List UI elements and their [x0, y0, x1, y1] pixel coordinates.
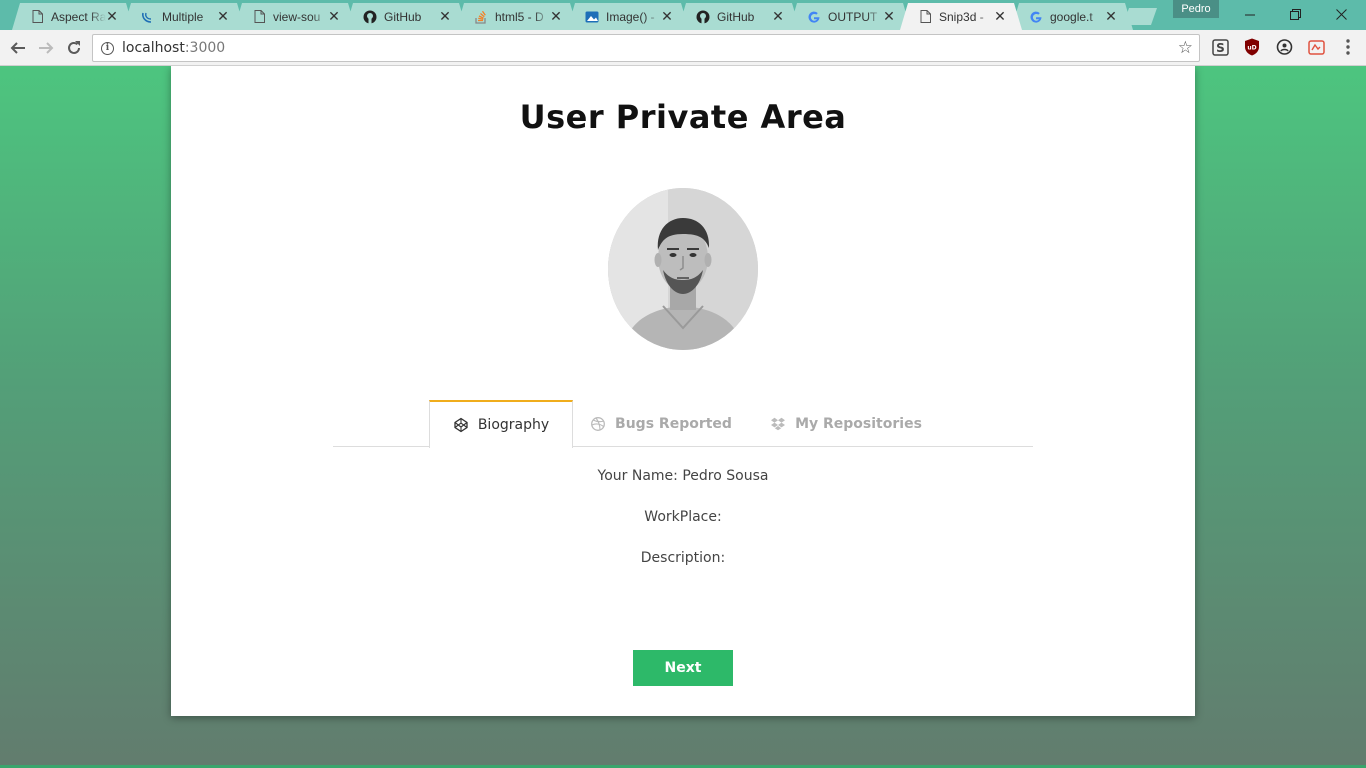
avatar: [608, 188, 758, 350]
tab-title: Image() -: [606, 9, 655, 24]
close-icon[interactable]: ✕: [550, 8, 562, 25]
tab-label: My Repositories: [795, 415, 922, 432]
close-icon[interactable]: ✕: [661, 8, 673, 25]
page-title: User Private Area: [519, 98, 847, 136]
page-icon: [30, 10, 44, 24]
red-extension-icon[interactable]: [1307, 38, 1325, 56]
chat-extension-icon[interactable]: [1275, 38, 1293, 56]
url-text: localhost:3000: [122, 40, 225, 56]
bookmark-star-icon[interactable]: ☆: [1178, 38, 1193, 58]
close-icon[interactable]: ✕: [217, 8, 229, 25]
url-port: :3000: [184, 40, 226, 56]
reload-icon[interactable]: [60, 34, 88, 62]
browser-toolbar: i localhost:3000 ☆ S uD: [0, 30, 1366, 66]
next-button[interactable]: Next: [633, 650, 733, 686]
codepen-icon: [454, 417, 468, 433]
tab-title: GitHub: [384, 9, 422, 24]
page-icon: [252, 10, 266, 24]
description-text: Description:: [640, 550, 726, 566]
tab-title: GitHub: [717, 9, 755, 24]
tab-title: Multiple: [162, 9, 204, 24]
tab-label: Bugs Reported: [615, 415, 732, 432]
close-icon[interactable]: ✕: [106, 8, 118, 25]
tab-biography[interactable]: Biography: [429, 400, 573, 448]
page-icon: [918, 10, 932, 24]
google-icon: [1029, 10, 1043, 24]
svg-text:uD: uD: [1247, 45, 1256, 52]
tab-title: google.t: [1050, 9, 1093, 24]
tab-my-repositories[interactable]: My Repositories: [763, 400, 929, 447]
user-name-text: Your Name: Pedro Sousa: [597, 468, 769, 484]
close-icon[interactable]: ✕: [439, 8, 451, 25]
stackoverflow-icon: [474, 10, 488, 24]
ublock-icon[interactable]: uD: [1243, 38, 1261, 56]
tab-title: Aspect Ra: [51, 9, 106, 24]
profile-card: User Private Area Biography Bugs Reporte…: [171, 66, 1195, 716]
browser-tab[interactable]: google.t ✕: [1011, 3, 1133, 30]
address-bar[interactable]: i localhost:3000 ☆: [92, 34, 1200, 62]
close-icon[interactable]: ✕: [883, 8, 895, 25]
tab-title: OUTPUT: [828, 9, 878, 24]
browser-tab[interactable]: GitHub ✕: [345, 3, 467, 30]
page-viewport: User Private Area Biography Bugs Reporte…: [0, 66, 1366, 768]
profile-button[interactable]: Pedro: [1173, 0, 1219, 18]
google-icon: [807, 10, 821, 24]
dropbox-icon: [771, 417, 786, 430]
browser-titlebar: Aspect Ra ✕ Multiple ✕ view-sou ✕ GitHub…: [0, 0, 1366, 30]
browser-tab[interactable]: html5 - D ✕: [456, 3, 578, 30]
jquery-icon: [141, 10, 155, 24]
close-window-icon[interactable]: [1318, 0, 1364, 28]
minimize-icon[interactable]: [1227, 0, 1273, 28]
github-icon: [363, 10, 377, 24]
dribbble-icon: [591, 416, 605, 431]
browser-tab[interactable]: Aspect Ra ✕: [12, 3, 134, 30]
restore-icon[interactable]: [1272, 0, 1318, 28]
image-icon: [585, 10, 599, 24]
browser-tab[interactable]: view-sou ✕: [234, 3, 356, 30]
browser-tab[interactable]: Image() - ✕: [567, 3, 689, 30]
close-icon[interactable]: ✕: [328, 8, 340, 25]
svg-text:S: S: [1216, 41, 1225, 55]
workplace-text: WorkPlace:: [644, 509, 722, 525]
tab-label: Biography: [477, 417, 550, 433]
tab-title: view-sou: [273, 9, 321, 24]
url-host: localhost: [122, 40, 185, 56]
close-icon[interactable]: ✕: [772, 8, 784, 25]
menu-kebab-icon[interactable]: [1339, 38, 1357, 56]
browser-tab[interactable]: Multiple ✕: [123, 3, 245, 30]
tab-title: Snip3d -: [939, 9, 984, 24]
tab-bugs-reported[interactable]: Bugs Reported: [585, 400, 737, 447]
forward-icon[interactable]: [32, 34, 60, 62]
avatar-portrait: [608, 188, 758, 350]
browser-tab[interactable]: OUTPUT ✕: [789, 3, 911, 30]
github-icon: [696, 10, 710, 24]
info-icon[interactable]: i: [101, 41, 114, 55]
extension-s-icon[interactable]: S: [1211, 38, 1229, 56]
close-icon[interactable]: ✕: [994, 8, 1006, 25]
back-icon[interactable]: [4, 34, 32, 62]
close-icon[interactable]: ✕: [1105, 8, 1117, 25]
browser-tab-active[interactable]: Snip3d - ✕: [900, 3, 1022, 30]
tab-title: html5 - D: [495, 9, 544, 24]
browser-tab[interactable]: GitHub ✕: [678, 3, 800, 30]
profile-tabs: Biography Bugs Reported My Repositories: [333, 400, 1033, 448]
new-tab-button[interactable]: [1123, 8, 1157, 25]
